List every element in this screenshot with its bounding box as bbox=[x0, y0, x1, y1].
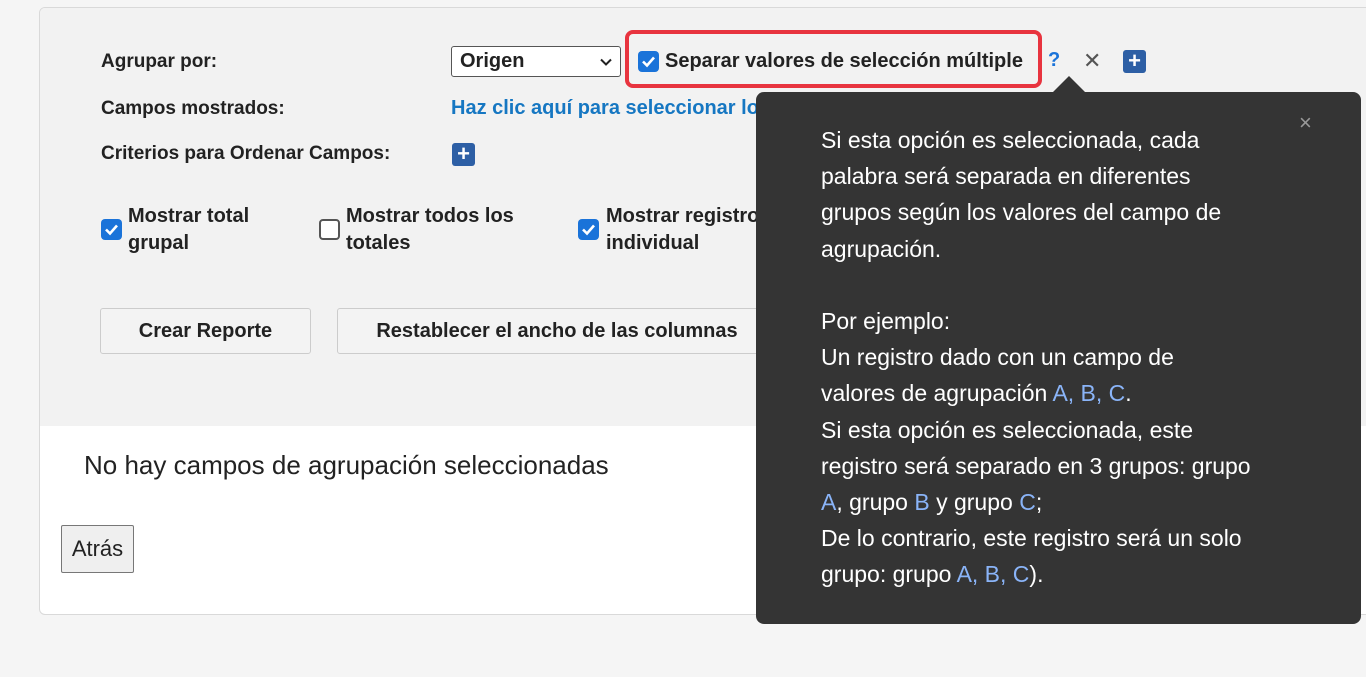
tooltip-text-part: grupo: grupo bbox=[821, 561, 957, 588]
group-by-value: Origen bbox=[460, 50, 525, 72]
tooltip-example-value: A bbox=[821, 489, 837, 516]
checkmark-icon bbox=[582, 224, 595, 236]
tooltip-example-value: A, B, C bbox=[1052, 380, 1126, 407]
tooltip-line: Por ejemplo: bbox=[821, 303, 1341, 339]
back-button[interactable]: Atrás bbox=[61, 525, 134, 573]
sort-criteria-label: Criterios para Ordenar Campos: bbox=[101, 143, 391, 164]
tooltip-example-value: C bbox=[1019, 489, 1036, 516]
show-group-total-checkbox[interactable] bbox=[101, 219, 122, 240]
help-icon[interactable]: ? bbox=[1048, 49, 1060, 72]
tooltip-line: registro será separado en 3 grupos: grup… bbox=[821, 448, 1341, 484]
tooltip-text-part: agrupación. bbox=[821, 235, 942, 262]
checkmark-icon bbox=[642, 56, 655, 68]
tooltip-line: Un registro dado con un campo de bbox=[821, 339, 1341, 375]
tooltip-text-part: valores de agrupación bbox=[821, 380, 1053, 407]
add-group-button[interactable]: + bbox=[1123, 50, 1146, 73]
tooltip-line: palabra será separada en diferentes bbox=[821, 158, 1341, 194]
tooltip-text-part: ; bbox=[1035, 489, 1043, 516]
tooltip-example-value: A, B, C bbox=[956, 561, 1030, 588]
show-individual-record-checkbox[interactable] bbox=[578, 219, 599, 240]
create-report-button[interactable]: Crear Reporte bbox=[100, 308, 311, 354]
tooltip-text-part: Si esta opción es seleccionada, cada bbox=[821, 127, 1200, 153]
tooltip-text-part: registro será separado en 3 grupos: grup… bbox=[821, 452, 1251, 479]
tooltip-text-part: . bbox=[1125, 380, 1132, 407]
tooltip-line: grupo: grupo A, B, C). bbox=[821, 556, 1341, 592]
tooltip-line bbox=[821, 267, 1341, 303]
tooltip-line: valores de agrupación A, B, C. bbox=[821, 375, 1341, 411]
tooltip-text-part: ). bbox=[1029, 561, 1044, 588]
tooltip-text-part: , grupo bbox=[836, 489, 915, 516]
tooltip-line: De lo contrario, este registro será un s… bbox=[821, 520, 1341, 556]
separate-values-label[interactable]: Separar valores de selección múltiple bbox=[665, 50, 1023, 73]
checkmark-icon bbox=[105, 224, 118, 236]
help-tooltip: × Si esta opción es seleccionada, cada pa… bbox=[756, 92, 1361, 624]
group-by-label: Agrupar por: bbox=[101, 51, 218, 72]
tooltip-line: agrupación. bbox=[821, 231, 1341, 267]
tooltip-line: Si esta opción es seleccionada, cada bbox=[821, 122, 1341, 158]
tooltip-line: grupos según los valores del campo de bbox=[821, 194, 1341, 230]
tooltip-text-part: grupos según los valores del campo de bbox=[821, 199, 1222, 226]
show-all-totals-checkbox[interactable] bbox=[319, 219, 340, 240]
tooltip-text-part: De lo contrario, este registro será un s… bbox=[821, 525, 1242, 552]
show-all-totals-label: Mostrar todos los totales bbox=[346, 205, 514, 254]
empty-results-message: No hay campos de agrupación seleccionada… bbox=[84, 450, 609, 480]
separate-values-checkbox[interactable] bbox=[638, 51, 659, 72]
tooltip-text: Si esta opción es seleccionada, cada pala… bbox=[821, 122, 1341, 593]
add-sort-button[interactable]: + bbox=[452, 143, 475, 166]
tooltip-example-value: B bbox=[914, 489, 930, 516]
show-group-total-label: Mostrar total grupal bbox=[128, 205, 250, 254]
tooltip-text-part: Por ejemplo: bbox=[821, 308, 951, 335]
shown-fields-label: Campos mostrados: bbox=[101, 98, 285, 119]
group-by-select[interactable]: Origen bbox=[451, 46, 621, 77]
tooltip-text-part: Un registro dado con un campo de bbox=[821, 344, 1174, 371]
reset-column-width-button[interactable]: Restablecer el ancho de las columnas bbox=[337, 308, 777, 354]
chevron-down-icon bbox=[600, 58, 612, 66]
tooltip-arrow bbox=[1052, 76, 1086, 93]
tooltip-text-part: Si esta opción es seleccionada, este bbox=[821, 416, 1194, 443]
close-icon[interactable]: ✕ bbox=[1083, 48, 1101, 74]
tooltip-line: Si esta opción es seleccionada, este bbox=[821, 412, 1341, 448]
show-individual-record-label: Mostrar registro individual bbox=[606, 205, 760, 254]
tooltip-text-part: y grupo bbox=[929, 489, 1020, 516]
tooltip-line: A, grupo B y grupo C; bbox=[821, 484, 1341, 520]
tooltip-text-part: palabra será separada en diferentes bbox=[821, 163, 1191, 190]
